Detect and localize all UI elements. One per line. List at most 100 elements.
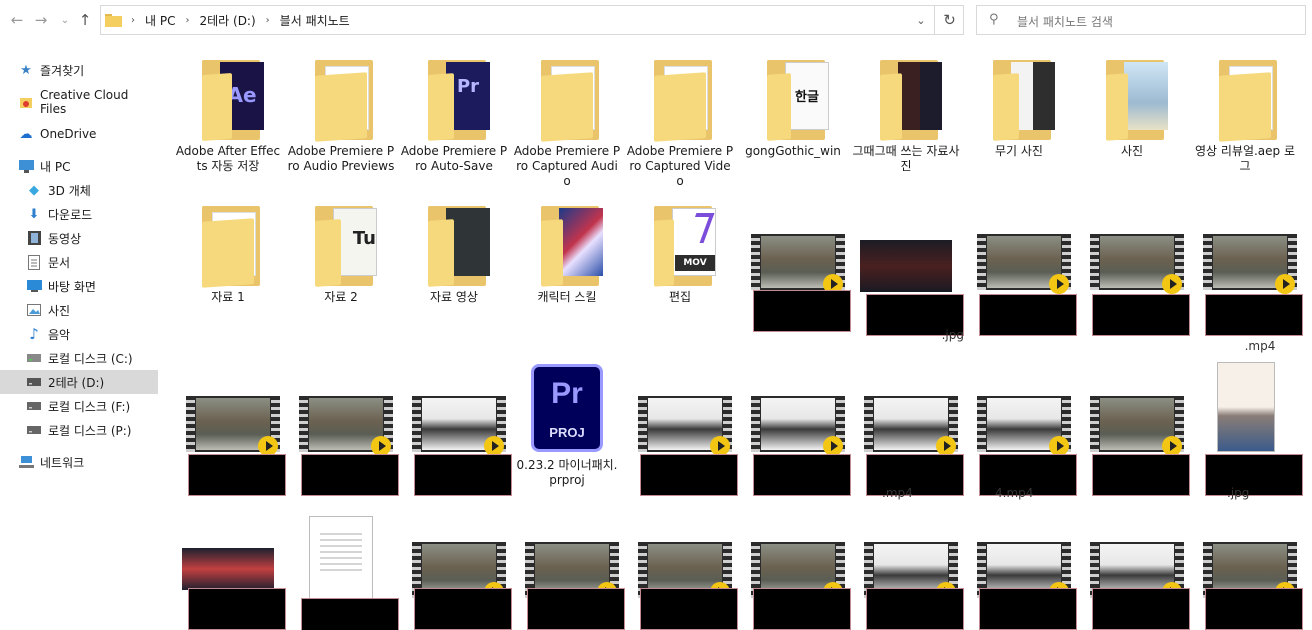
video-file-item[interactable] [965,186,1077,336]
search-box[interactable]: ⚲ 블서 패치노트 검색 [976,5,1306,35]
sidebar-item-videos[interactable]: 동영상 [0,226,158,250]
redacted-label [979,294,1077,336]
video-file-item[interactable]: 4.mp4 [965,362,1077,502]
file-label: 무기 사진 [995,144,1043,158]
file-label: 자료 2 [324,290,358,304]
video-thumbnail [977,234,1071,294]
file-label: Adobe Premiere Pro Captured Video [626,144,734,188]
play-icon [1049,436,1069,456]
breadcrumb-item-pc[interactable]: 내 PC [145,12,175,29]
folder-icon [1106,60,1168,142]
redacted-label [640,588,738,630]
file-label: 영상 리뷰얼.aep 로그 [1194,144,1296,173]
search-placeholder: 블서 패치노트 검색 [1017,15,1113,29]
star-icon: ★ [20,62,32,78]
desktop-icon [26,278,42,294]
play-icon [484,436,504,456]
sidebar-item-music[interactable]: ♪ 음악 [0,322,158,346]
video-thumbnail [751,234,845,294]
redacted-label [414,454,512,496]
play-icon [710,436,730,456]
file-label: .mp4 [1244,339,1276,353]
download-icon: ⬇ [28,206,40,222]
sidebar-item-documents[interactable]: 문서 [0,250,158,274]
folder-icon: Tu [315,206,377,288]
video-file-item[interactable] [739,516,851,630]
sidebar-item-onedrive[interactable]: ☁ OneDrive [0,122,158,146]
sidebar-item-label: 즐겨찾기 [40,63,85,78]
video-file-item[interactable] [287,362,399,502]
image-file-item[interactable]: .jpg [852,186,964,342]
search-icon: ⚲ [989,12,999,27]
sidebar-item-pictures[interactable]: 사진 [0,298,158,322]
recent-chevron-icon[interactable]: ⌄ [54,8,76,32]
address-dropdown-icon[interactable]: ⌄ [909,6,933,34]
sidebar-item-creative-cloud[interactable]: Creative Cloud Files [0,88,158,116]
redacted-label [866,588,964,630]
chevron-right-icon[interactable]: › [266,15,270,26]
image-thumbnail [182,548,274,590]
video-file-item[interactable] [400,362,512,502]
video-file-item[interactable] [739,186,851,336]
sidebar-item-downloads[interactable]: ⬇ 다운로드 [0,202,158,226]
video-file-item[interactable] [174,362,286,502]
redacted-label [1092,588,1190,630]
video-file-item[interactable]: .mp4 [1191,186,1303,356]
folder-icon: 한글 [767,60,829,142]
sidebar-item-drive-f[interactable]: 로컬 디스크 (F:) [0,394,158,418]
image-file-item[interactable]: .jpg [1191,362,1303,502]
sidebar-item-desktop[interactable]: 바탕 화면 [0,274,158,298]
document-file-item[interactable] [287,516,399,630]
sidebar-item-quick-access[interactable]: ★ 즐겨찾기 [0,58,158,82]
pc-icon [18,158,34,174]
video-thumbnail [1090,396,1184,456]
sidebar-item-drive-c[interactable]: 로컬 디스크 (C:) [0,346,158,370]
video-file-item[interactable]: .mp4 [852,362,964,502]
sidebar-item-drive-p[interactable]: 로컬 디스크 (P:) [0,418,158,442]
play-icon [936,436,956,456]
forward-arrow-icon[interactable]: → [30,8,52,32]
file-label: 0.23.2 마이너패치.prproj [516,458,618,487]
sidebar-item-3d-objects[interactable]: ◆ 3D 개체 [0,178,158,202]
video-file-item[interactable] [626,516,738,630]
video-thumbnail [412,396,506,456]
breadcrumb-item-folder[interactable]: 블서 패치노트 [280,12,350,29]
chevron-right-icon[interactable]: › [131,15,135,26]
refresh-icon[interactable]: ↻ [934,6,964,34]
file-label: Adobe Premiere Pro Audio Previews [287,144,395,173]
sidebar-item-label: 사진 [48,303,71,318]
network-icon [18,454,34,470]
redacted-label [414,588,512,630]
folder-icon: MOV [654,206,716,288]
chevron-right-icon[interactable]: › [185,15,189,26]
file-label: 사진 [1120,144,1144,158]
sidebar-item-this-pc[interactable]: 내 PC [0,154,158,178]
video-file-item[interactable] [1078,186,1190,336]
video-file-item[interactable] [1078,516,1190,630]
video-file-item[interactable] [626,362,738,502]
back-arrow-icon[interactable]: ← [6,8,28,32]
video-file-item[interactable] [513,516,625,630]
video-file-item[interactable] [400,516,512,630]
redacted-label [753,454,851,496]
file-label: 그때그때 쓰는 자료사진 [852,144,960,173]
video-file-item[interactable] [1078,362,1190,502]
sidebar-item-drive-d[interactable]: 2테라 (D:) [0,370,158,394]
sidebar-item-network[interactable]: 네트워크 [0,450,158,474]
image-file-item[interactable] [174,516,286,630]
premiere-project-item[interactable]: Pr PROJ 0.23.2 마이너패치.prproj [513,362,621,502]
play-icon [1275,274,1295,294]
video-file-item[interactable] [739,362,851,502]
image-thumbnail [1217,362,1275,452]
video-file-item[interactable] [1191,516,1303,630]
breadcrumb-item-drive[interactable]: 2테라 (D:) [199,12,255,29]
video-thumbnail [186,396,280,456]
sidebar-item-label: 음악 [48,327,71,342]
address-bar[interactable]: › 내 PC › 2테라 (D:) › 블서 패치노트 ⌄ ↻ [100,5,964,35]
video-file-item[interactable] [965,516,1077,630]
folder-icon: Ae [202,60,264,142]
up-arrow-icon[interactable]: ↑ [74,8,96,32]
video-file-item[interactable] [852,516,964,630]
redacted-label [1092,294,1190,336]
sidebar-item-label: 네트워크 [40,455,85,470]
